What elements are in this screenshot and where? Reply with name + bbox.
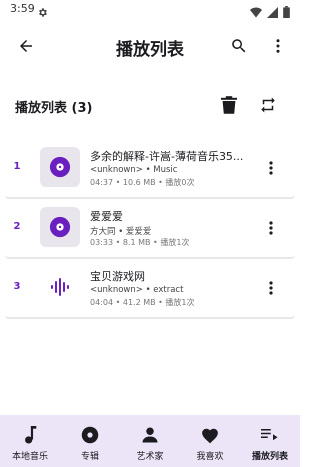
track-title: 爱爱爱 bbox=[90, 210, 123, 223]
track-row[interactable]: 2 爱爱爱 方大同 • 爱爱爱 03:33 • 8.1 MB • 播放1次 bbox=[5, 201, 295, 259]
vinyl-disc-icon bbox=[40, 207, 80, 247]
album-icon bbox=[80, 425, 100, 445]
heart-icon bbox=[200, 425, 220, 445]
bottom-navigation: 本地音乐 专辑 艺术家 我喜欢 播放列表 bbox=[0, 415, 300, 467]
track-row[interactable]: 3 宝贝游戏网 <unknown> • extract 04:04 • 41.2… bbox=[5, 261, 295, 319]
playlist-title: 播放列表 (3) bbox=[15, 101, 93, 116]
search-icon[interactable] bbox=[227, 34, 251, 58]
nav-label: 专辑 bbox=[80, 452, 99, 462]
battery-icon bbox=[283, 3, 290, 22]
person-icon bbox=[140, 425, 160, 445]
track-meta-line: 04:04 • 41.2 MB • 播放1次 bbox=[90, 298, 195, 307]
nav-label: 我喜欢 bbox=[196, 452, 224, 462]
track-meta-line: 03:33 • 8.1 MB • 播放1次 bbox=[90, 238, 190, 247]
signal-icon bbox=[267, 3, 278, 22]
repeat-icon[interactable] bbox=[256, 93, 280, 117]
nav-item-playlist[interactable]: 播放列表 bbox=[240, 415, 300, 467]
track-more-icon[interactable] bbox=[263, 278, 279, 298]
nav-item-local-music[interactable]: 本地音乐 bbox=[0, 415, 60, 467]
track-index: 1 bbox=[13, 161, 21, 172]
nav-item-artist[interactable]: 艺术家 bbox=[120, 415, 180, 467]
vinyl-disc-icon bbox=[40, 147, 80, 187]
track-artist-line: <unknown> • Music bbox=[90, 165, 178, 175]
nav-item-favorites[interactable]: 我喜欢 bbox=[180, 415, 240, 467]
nav-label: 播放列表 bbox=[251, 452, 288, 462]
nav-label: 本地音乐 bbox=[11, 452, 48, 462]
delete-icon[interactable] bbox=[218, 93, 240, 117]
queue-music-icon bbox=[260, 425, 280, 445]
status-bar: 3:59 bbox=[0, 0, 300, 20]
track-artist-line: 方大同 • 爱爱爱 bbox=[90, 227, 152, 237]
track-title: 多余的解释-许嵩-薄荷音乐35... bbox=[90, 150, 244, 163]
track-more-icon[interactable] bbox=[263, 218, 279, 238]
more-vert-icon[interactable] bbox=[266, 34, 290, 58]
app-bar: 播放列表 bbox=[0, 28, 300, 64]
audio-wave-icon bbox=[40, 267, 80, 307]
track-row[interactable]: 1 多余的解释-许嵩-薄荷音乐35... <unknown> • Music 0… bbox=[5, 141, 295, 199]
playlist-header: 播放列表 (3) bbox=[0, 90, 300, 120]
nav-item-album[interactable]: 专辑 bbox=[60, 415, 120, 467]
settings-icon bbox=[37, 3, 48, 22]
track-meta-line: 04:37 • 10.6 MB • 播放0次 bbox=[90, 178, 195, 187]
nav-label: 艺术家 bbox=[136, 452, 164, 462]
wifi-icon bbox=[250, 3, 262, 22]
music-note-icon bbox=[20, 425, 40, 445]
page-title: 播放列表 bbox=[116, 40, 184, 60]
track-title: 宝贝游戏网 bbox=[90, 270, 145, 283]
track-artist-line: <unknown> • extract bbox=[90, 285, 184, 295]
track-more-icon[interactable] bbox=[263, 158, 279, 178]
track-index: 2 bbox=[13, 221, 21, 232]
status-time: 3:59 bbox=[10, 2, 35, 15]
track-index: 3 bbox=[13, 281, 21, 292]
